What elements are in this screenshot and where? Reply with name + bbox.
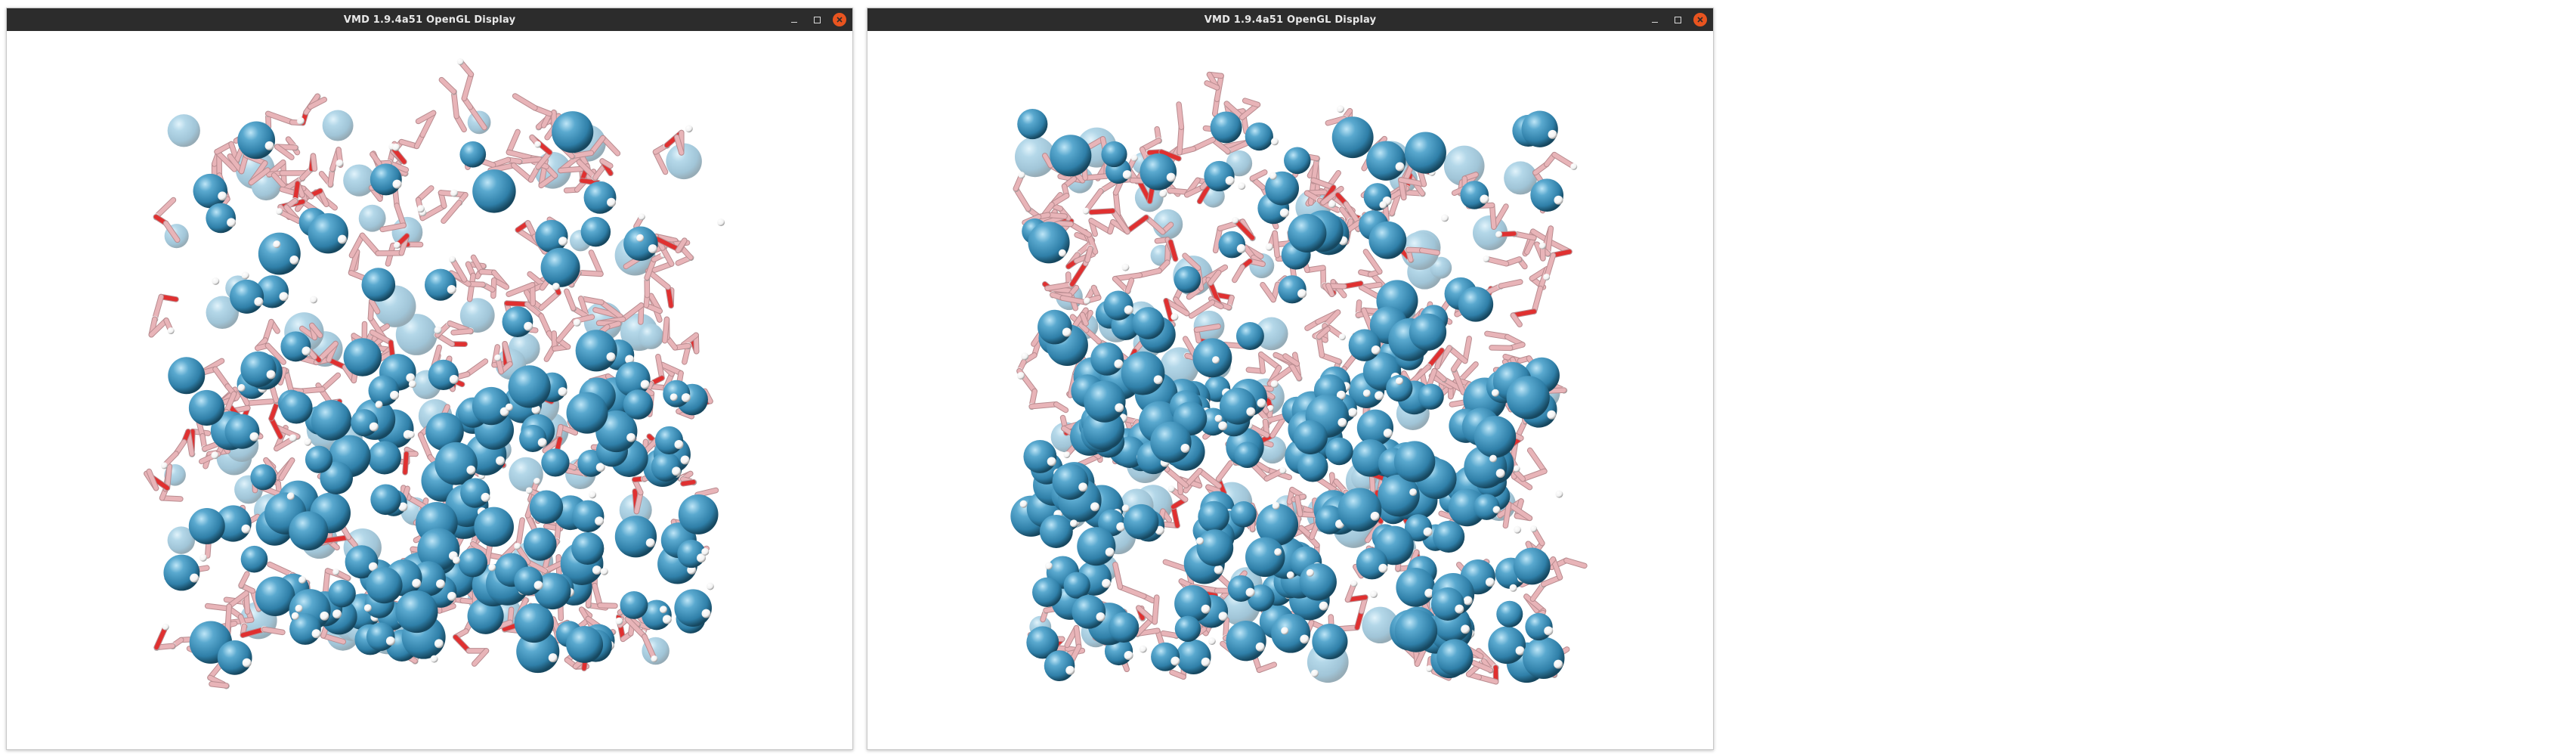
window-title: VMD 1.9.4a51 OpenGL Display [1204,14,1377,26]
window-controls [1648,8,1707,31]
window-controls [787,8,846,31]
opengl-viewport[interactable] [7,31,852,749]
window-titlebar[interactable]: VMD 1.9.4a51 OpenGL Display [7,8,852,31]
molecular-structure-render [1010,71,1588,685]
window-title: VMD 1.9.4a51 OpenGL Display [343,14,516,26]
close-icon[interactable] [1693,13,1707,26]
desktop: VMD 1.9.4a51 OpenGL Display VMD 1.9.4a51… [0,0,2576,756]
opengl-viewport[interactable] [867,31,1713,749]
vmd-display-window-1[interactable]: VMD 1.9.4a51 OpenGL Display [6,8,853,750]
minimize-icon[interactable] [787,13,801,26]
minimize-icon[interactable] [1648,13,1662,26]
window-titlebar[interactable]: VMD 1.9.4a51 OpenGL Display [867,8,1713,31]
maximize-icon[interactable] [810,13,824,26]
maximize-icon[interactable] [1671,13,1684,26]
close-icon[interactable] [833,13,846,26]
molecular-structure-render [144,58,725,689]
vmd-display-window-2[interactable]: VMD 1.9.4a51 OpenGL Display [867,8,1714,750]
